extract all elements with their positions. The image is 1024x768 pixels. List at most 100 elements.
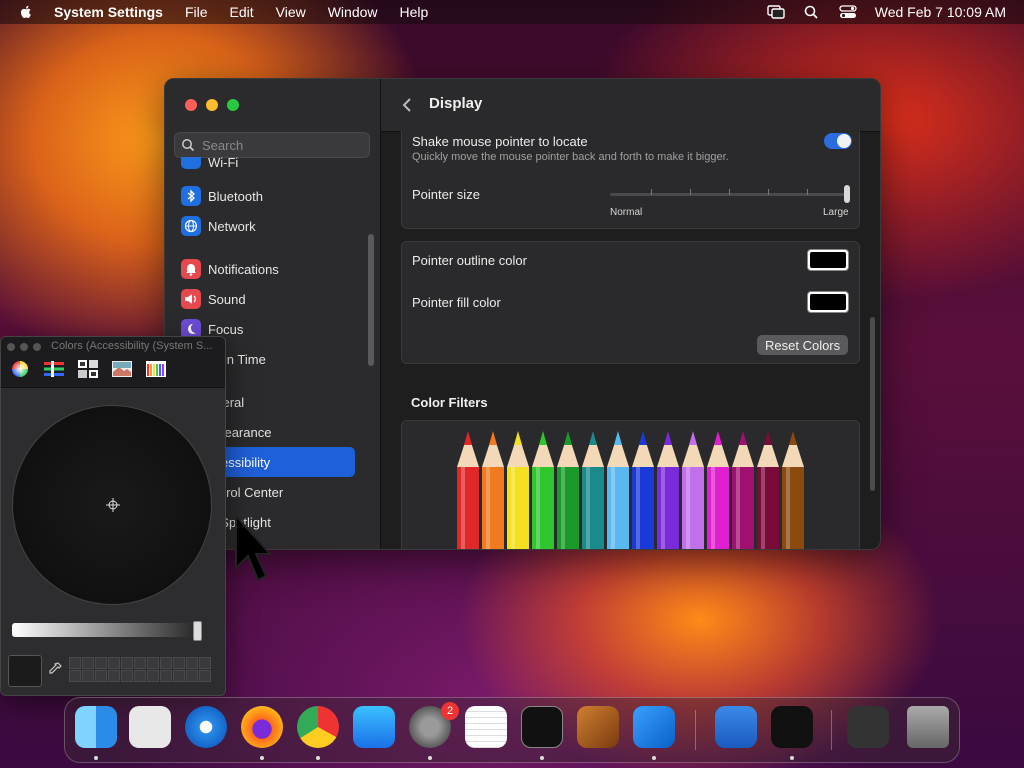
color-palettes-mode-icon[interactable] [77, 359, 99, 379]
search-field[interactable]: Search [174, 132, 370, 158]
safari-icon[interactable] [185, 706, 227, 748]
panel-window-controls [7, 343, 41, 351]
menu-edit[interactable]: Edit [230, 4, 254, 20]
swatch-cell[interactable] [95, 670, 107, 682]
pencil [507, 431, 529, 549]
apple-menu-icon[interactable] [18, 4, 34, 20]
swatch-cell[interactable] [69, 657, 81, 669]
outline-color-swatch[interactable] [807, 249, 849, 271]
brightness-knob[interactable] [193, 621, 202, 641]
panel-minimize-button[interactable] [20, 343, 28, 351]
menu-help[interactable]: Help [400, 4, 429, 20]
weather-icon[interactable] [715, 706, 757, 748]
panel-zoom-button[interactable] [33, 343, 41, 351]
swatch-cell[interactable] [95, 657, 107, 669]
textedit-icon[interactable] [465, 706, 507, 748]
pencil [532, 431, 554, 549]
menu-view[interactable]: View [276, 4, 306, 20]
slider-tick [729, 189, 730, 195]
apple-tv-icon[interactable] [771, 706, 813, 748]
slider-max-label: Large [823, 207, 849, 218]
swatch-cell[interactable] [199, 657, 211, 669]
shake-toggle[interactable] [824, 133, 852, 149]
color-wheel-crosshair-icon[interactable] [106, 498, 120, 512]
swatch-cell[interactable] [160, 670, 172, 682]
crayons-mode-icon[interactable] [145, 359, 167, 379]
swatch-cell[interactable] [82, 657, 94, 669]
menu-file[interactable]: File [185, 4, 208, 20]
swatch-cell[interactable] [121, 670, 133, 682]
back-chevron-icon[interactable] [401, 97, 413, 113]
swatch-cell[interactable] [147, 657, 159, 669]
sidebar-item-sound[interactable]: Sound [181, 288, 246, 310]
wifi-icon [181, 157, 201, 169]
eyedropper-icon[interactable] [47, 661, 63, 677]
menu-clock[interactable]: Wed Feb 7 10:09 AM [875, 4, 1006, 20]
pointer-size-knob[interactable] [844, 185, 850, 203]
color-swatch-grid[interactable] [69, 657, 211, 682]
title-bar: Display [381, 79, 880, 132]
running-indicator [316, 756, 320, 760]
menu-window[interactable]: Window [328, 4, 378, 20]
swatch-cell[interactable] [199, 670, 211, 682]
swatch-cell[interactable] [186, 670, 198, 682]
main-pane: Display Shake mouse pointer to locate Qu… [381, 79, 880, 549]
colors-panel-title: Colors (Accessibility (System S... [51, 340, 213, 352]
pencil [557, 431, 579, 549]
close-button[interactable] [185, 99, 197, 111]
swatch-cell[interactable] [147, 670, 159, 682]
zoom-button[interactable] [227, 99, 239, 111]
sidebar-item-notifications[interactable]: Notifications [181, 258, 279, 280]
fill-color-swatch[interactable] [807, 291, 849, 313]
sidebar-item-wifi[interactable]: Wi-Fi [181, 157, 238, 169]
swatch-cell[interactable] [173, 657, 185, 669]
terminal-icon[interactable] [521, 706, 563, 748]
panel-close-button[interactable] [7, 343, 15, 351]
swatch-cell[interactable] [134, 657, 146, 669]
sidebar-item-label: Sound [208, 291, 246, 307]
trash-icon[interactable] [907, 706, 949, 748]
swatch-cell[interactable] [173, 670, 185, 682]
running-indicator [94, 756, 98, 760]
menu-app-name[interactable]: System Settings [54, 4, 163, 20]
minimize-button[interactable] [206, 99, 218, 111]
swatch-cell[interactable] [108, 657, 120, 669]
pointer-size-slider[interactable] [610, 193, 850, 196]
current-color-well[interactable] [8, 655, 42, 687]
vscode-icon[interactable] [633, 706, 675, 748]
color-pencils-image [457, 431, 804, 549]
spotlight-search-icon[interactable] [803, 5, 821, 19]
firefox-icon[interactable] [241, 706, 283, 748]
system-settings-window: Search Wi-Fi Bluetooth Network Notificat… [164, 78, 881, 550]
pencil [732, 431, 754, 549]
pointer-color-group: Pointer outline color Pointer fill color… [401, 241, 860, 364]
sidebar-scrollbar[interactable] [368, 234, 374, 366]
launchpad-icon[interactable] [129, 706, 171, 748]
screenshot-stack-icon[interactable] [847, 706, 889, 748]
control-center-icon[interactable] [839, 5, 857, 19]
swatch-cell[interactable] [134, 670, 146, 682]
image-palettes-mode-icon[interactable] [111, 359, 133, 379]
swatch-cell[interactable] [160, 657, 172, 669]
screen-mirroring-icon[interactable] [767, 5, 785, 19]
swatch-cell[interactable] [69, 670, 81, 682]
finder-icon[interactable] [75, 706, 117, 748]
swatch-cell[interactable] [82, 670, 94, 682]
reset-colors-button[interactable]: Reset Colors [757, 335, 849, 355]
swatch-cell[interactable] [121, 657, 133, 669]
sidebar-item-network[interactable]: Network [181, 215, 256, 237]
swatch-cell[interactable] [108, 670, 120, 682]
swatch-cell[interactable] [186, 657, 198, 669]
garageband-icon[interactable] [577, 706, 619, 748]
sidebar-item-bluetooth[interactable]: Bluetooth [181, 185, 263, 207]
main-scrollbar[interactable] [870, 317, 875, 491]
sidebar-item-label: Wi-Fi [208, 157, 239, 169]
color-sliders-mode-icon[interactable] [43, 359, 65, 379]
running-indicator [428, 756, 432, 760]
color-wheel-mode-icon[interactable] [9, 359, 31, 379]
app-store-icon[interactable] [353, 706, 395, 748]
pencil [482, 431, 504, 549]
chrome-icon[interactable] [297, 706, 339, 748]
running-indicator [790, 756, 794, 760]
brightness-slider[interactable] [12, 623, 202, 637]
